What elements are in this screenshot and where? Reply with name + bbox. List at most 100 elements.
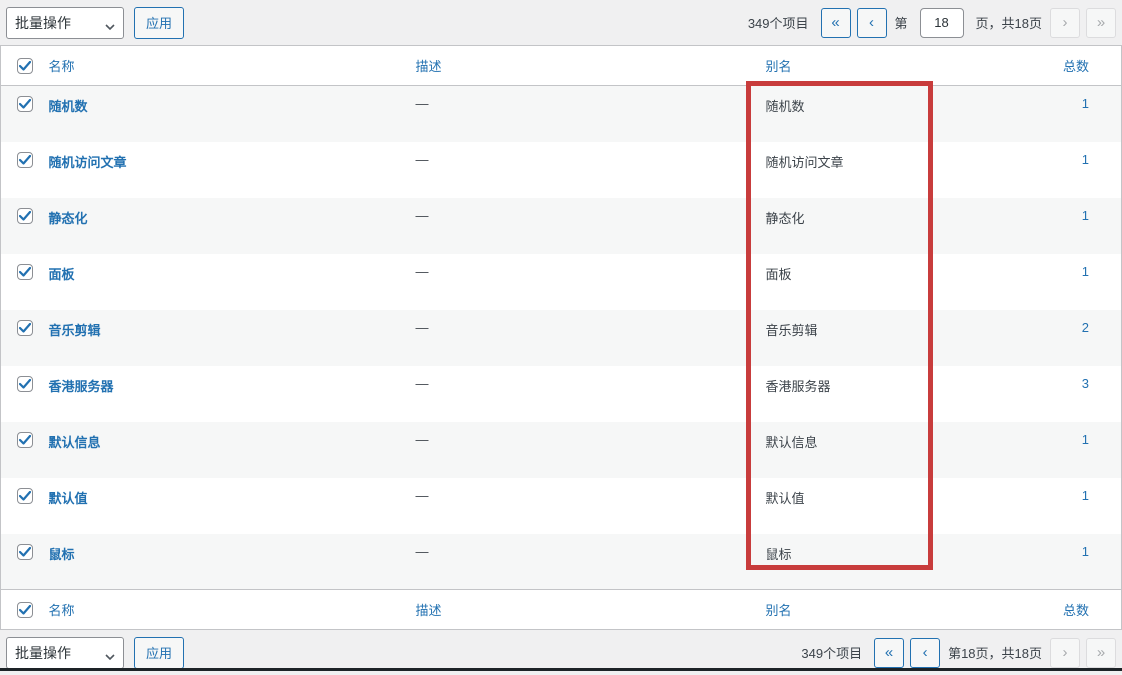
tag-description: — <box>416 264 429 279</box>
select-all-checkbox[interactable] <box>17 602 33 618</box>
tag-slug: 音乐剪辑 <box>766 323 818 338</box>
next-page-button: › <box>1050 8 1080 38</box>
tag-count-link[interactable]: 1 <box>1082 152 1089 167</box>
next-page-button: › <box>1050 638 1080 668</box>
tag-description: — <box>416 208 429 223</box>
table-row: 静态化 — 静态化 1 <box>1 198 1122 254</box>
tag-slug: 随机访问文章 <box>766 155 844 170</box>
bulk-action-select-wrap: 批量操作 <box>6 7 124 39</box>
toolbar-top: 批量操作 应用 349个项目 « ‹ 第 页，共18页 › » <box>0 0 1122 45</box>
first-page-button[interactable]: « <box>821 8 851 38</box>
tag-slug: 香港服务器 <box>766 379 831 394</box>
table-header: 名称 描述 别名 总数 <box>1 46 1122 86</box>
tags-table: 名称 描述 别名 总数 随机数 — 随机数 1 随机访问文章 — 随机访问文章 … <box>0 45 1122 630</box>
tag-count-link[interactable]: 2 <box>1082 320 1089 335</box>
tag-slug: 面板 <box>766 267 792 282</box>
tag-name-link[interactable]: 默认值 <box>49 491 88 506</box>
tag-count-link[interactable]: 1 <box>1082 208 1089 223</box>
table-row: 默认信息 — 默认信息 1 <box>1 422 1122 478</box>
apply-button-bottom[interactable]: 应用 <box>134 637 184 669</box>
first-page-button[interactable]: « <box>874 638 904 668</box>
header-name[interactable]: 名称 <box>49 59 75 74</box>
page-label-suffix: 页，共18页 <box>976 13 1042 32</box>
row-checkbox[interactable] <box>17 264 33 280</box>
row-checkbox-cell <box>1 254 45 310</box>
tag-description: — <box>416 152 429 167</box>
header-slug[interactable]: 别名 <box>766 603 792 618</box>
tag-count-link[interactable]: 1 <box>1082 488 1089 503</box>
row-checkbox-cell <box>1 142 45 198</box>
prev-page-button[interactable]: ‹ <box>857 8 887 38</box>
tag-count-link[interactable]: 1 <box>1082 432 1089 447</box>
bulk-action-select[interactable]: 批量操作 <box>6 7 124 39</box>
items-count: 349个项目 <box>748 13 809 32</box>
table-row: 鼠标 — 鼠标 1 <box>1 534 1122 590</box>
tag-slug: 随机数 <box>766 99 805 114</box>
row-checkbox-cell <box>1 198 45 254</box>
tag-description: — <box>416 488 429 503</box>
tag-slug: 鼠标 <box>766 547 792 562</box>
items-count: 349个项目 <box>801 643 862 662</box>
select-all-cell <box>1 590 45 630</box>
table-row: 香港服务器 — 香港服务器 3 <box>1 366 1122 422</box>
tag-name-link[interactable]: 随机访问文章 <box>49 155 127 170</box>
select-all-checkbox[interactable] <box>17 58 33 74</box>
tag-description: — <box>416 544 429 559</box>
row-checkbox[interactable] <box>17 488 33 504</box>
table-row: 默认值 — 默认值 1 <box>1 478 1122 534</box>
row-checkbox[interactable] <box>17 208 33 224</box>
last-page-button: » <box>1086 638 1116 668</box>
row-checkbox[interactable] <box>17 152 33 168</box>
current-page-input[interactable] <box>920 8 964 38</box>
bulk-action-select-bottom[interactable]: 批量操作 <box>6 637 124 669</box>
prev-page-button[interactable]: ‹ <box>910 638 940 668</box>
table-row: 音乐剪辑 — 音乐剪辑 2 <box>1 310 1122 366</box>
header-count[interactable]: 总数 <box>1063 59 1089 74</box>
row-checkbox-cell <box>1 534 45 590</box>
table-row: 随机访问文章 — 随机访问文章 1 <box>1 142 1122 198</box>
row-checkbox-cell <box>1 422 45 478</box>
tag-name-link[interactable]: 香港服务器 <box>49 379 114 394</box>
table-body: 随机数 — 随机数 1 随机访问文章 — 随机访问文章 1 静态化 — 静态化 … <box>1 86 1122 590</box>
row-checkbox-cell <box>1 478 45 534</box>
tag-description: — <box>416 96 429 111</box>
tag-name-link[interactable]: 静态化 <box>49 211 88 226</box>
tag-name-link[interactable]: 鼠标 <box>49 547 75 562</box>
tag-count-link[interactable]: 3 <box>1082 376 1089 391</box>
row-checkbox-cell <box>1 366 45 422</box>
tag-slug: 静态化 <box>766 211 805 226</box>
tag-slug: 默认值 <box>766 491 805 506</box>
table-footer: 名称 描述 别名 总数 <box>1 590 1122 630</box>
header-description[interactable]: 描述 <box>416 59 442 74</box>
tag-name-link[interactable]: 默认信息 <box>49 435 101 450</box>
bulk-action-select-wrap: 批量操作 <box>6 637 124 669</box>
header-slug[interactable]: 别名 <box>766 59 792 74</box>
tag-count-link[interactable]: 1 <box>1082 96 1089 111</box>
tag-description: — <box>416 320 429 335</box>
page-label-prefix: 第 <box>895 13 908 32</box>
header-description[interactable]: 描述 <box>416 603 442 618</box>
row-checkbox[interactable] <box>17 96 33 112</box>
select-all-cell <box>1 46 45 86</box>
tag-name-link[interactable]: 随机数 <box>49 99 88 114</box>
table-row: 随机数 — 随机数 1 <box>1 86 1122 142</box>
apply-button[interactable]: 应用 <box>134 7 184 39</box>
row-checkbox[interactable] <box>17 320 33 336</box>
tag-count-link[interactable]: 1 <box>1082 264 1089 279</box>
tag-name-link[interactable]: 面板 <box>49 267 75 282</box>
tag-description: — <box>416 432 429 447</box>
row-checkbox[interactable] <box>17 544 33 560</box>
last-page-button: » <box>1086 8 1116 38</box>
row-checkbox[interactable] <box>17 376 33 392</box>
tag-slug: 默认信息 <box>766 435 818 450</box>
row-checkbox-cell <box>1 86 45 142</box>
row-checkbox-cell <box>1 310 45 366</box>
tag-count-link[interactable]: 1 <box>1082 544 1089 559</box>
table-row: 面板 — 面板 1 <box>1 254 1122 310</box>
row-checkbox[interactable] <box>17 432 33 448</box>
tag-description: — <box>416 376 429 391</box>
page-status: 第18页，共18页 <box>948 643 1042 662</box>
header-count[interactable]: 总数 <box>1063 603 1089 618</box>
tag-name-link[interactable]: 音乐剪辑 <box>49 323 101 338</box>
header-name[interactable]: 名称 <box>49 603 75 618</box>
